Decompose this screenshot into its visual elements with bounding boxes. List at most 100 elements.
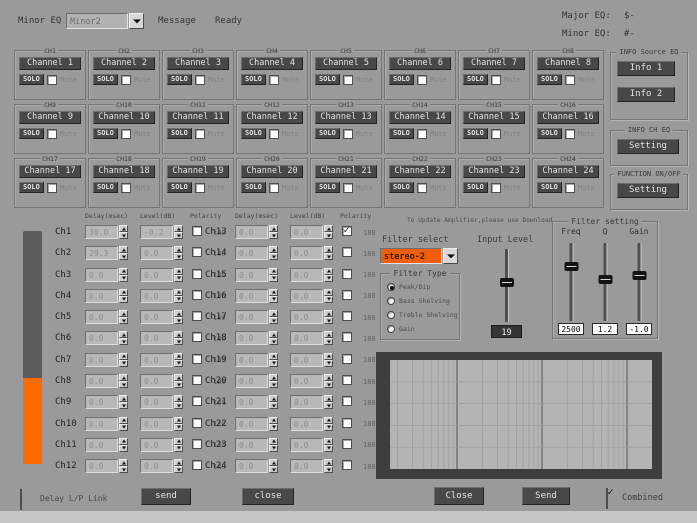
delay-spinner[interactable]: 0.0 — [85, 289, 128, 303]
solo-button[interactable]: SOLO — [315, 182, 340, 193]
level-spinner[interactable]: 0.0 — [290, 268, 333, 282]
spinner-down-button[interactable] — [269, 232, 278, 239]
channel-button[interactable]: Channel 8 — [537, 57, 599, 70]
polarity-checkbox[interactable] — [192, 226, 202, 236]
spinner-up-button[interactable] — [119, 374, 128, 381]
spinner-down-button[interactable] — [269, 424, 278, 431]
filter-type-option[interactable]: Bass Shelving — [387, 297, 458, 305]
spinner-value[interactable]: 0.0 — [290, 395, 323, 409]
polarity-checkbox[interactable] — [192, 375, 202, 385]
spinner-down-button[interactable] — [269, 402, 278, 409]
level-spinner[interactable]: 0.0 — [290, 310, 333, 324]
channel-button[interactable]: Channel 2 — [93, 57, 155, 70]
channel-button[interactable]: Channel 12 — [241, 111, 303, 124]
spinner-down-button[interactable] — [269, 466, 278, 473]
close-button[interactable]: Close — [434, 487, 484, 505]
solo-button[interactable]: SOLO — [241, 74, 266, 85]
level-spinner[interactable]: 0.0 — [140, 374, 183, 388]
spinner-down-button[interactable] — [324, 360, 333, 367]
spinner-down-button[interactable] — [269, 445, 278, 452]
channel-button[interactable]: Channel 10 — [93, 111, 155, 124]
spinner-value[interactable]: 0.0 — [85, 310, 118, 324]
delay-spinner[interactable]: 0.0 — [85, 459, 128, 473]
solo-button[interactable]: SOLO — [463, 74, 488, 85]
spinner-value[interactable]: 0.0 — [85, 331, 118, 345]
spinner-down-button[interactable] — [174, 296, 183, 303]
channel-button[interactable]: Channel 13 — [315, 111, 377, 124]
channel-button[interactable]: Channel 24 — [537, 165, 599, 178]
spinner-up-button[interactable] — [119, 438, 128, 445]
delay-spinner[interactable]: 0.0 — [85, 310, 128, 324]
solo-button[interactable]: SOLO — [19, 182, 44, 193]
spinner-down-button[interactable] — [174, 317, 183, 324]
spinner-up-button[interactable] — [269, 438, 278, 445]
spinner-up-button[interactable] — [269, 246, 278, 253]
solo-button[interactable]: SOLO — [463, 182, 488, 193]
info-ch-setting-button[interactable]: Setting — [617, 139, 679, 154]
spinner-down-button[interactable] — [119, 424, 128, 431]
mute-checkbox[interactable] — [417, 129, 427, 139]
level-spinner[interactable]: 0.0 — [140, 417, 183, 431]
delay-spinner[interactable]: 0.0 — [85, 268, 128, 282]
polarity-checkbox[interactable] — [342, 332, 352, 342]
polarity-checkbox[interactable] — [342, 226, 352, 236]
spinner-value[interactable]: 0.0 — [140, 459, 173, 473]
spinner-down-button[interactable] — [269, 338, 278, 345]
spinner-value[interactable]: 0.0 — [235, 246, 268, 260]
delay-link-checkbox[interactable] — [20, 489, 22, 510]
spinner-value[interactable]: 0.0 — [85, 353, 118, 367]
level-spinner[interactable]: 0.0 — [140, 310, 183, 324]
spinner-down-button[interactable] — [119, 317, 128, 324]
level-spinner[interactable]: -0.2 — [140, 225, 183, 239]
spinner-down-button[interactable] — [174, 424, 183, 431]
mute-checkbox[interactable] — [121, 129, 131, 139]
spinner-up-button[interactable] — [174, 225, 183, 232]
delay-spinner[interactable]: 0.0 — [85, 353, 128, 367]
delay-spinner[interactable]: 0.0 — [235, 225, 278, 239]
spinner-value[interactable]: 0.0 — [290, 310, 323, 324]
channel-button[interactable]: Channel 14 — [389, 111, 451, 124]
mute-checkbox[interactable] — [417, 75, 427, 85]
send-button[interactable]: Send — [522, 487, 570, 505]
minor-eq-select[interactable]: Minor2 — [66, 13, 144, 29]
solo-button[interactable]: SOLO — [167, 128, 192, 139]
spinner-down-button[interactable] — [119, 253, 128, 260]
spinner-down-button[interactable] — [269, 360, 278, 367]
chevron-down-icon[interactable] — [443, 248, 458, 264]
spinner-down-button[interactable] — [119, 338, 128, 345]
spinner-down-button[interactable] — [269, 381, 278, 388]
spinner-value[interactable]: 0.0 — [140, 268, 173, 282]
spinner-down-button[interactable] — [119, 232, 128, 239]
spinner-up-button[interactable] — [174, 246, 183, 253]
spinner-up-button[interactable] — [269, 225, 278, 232]
polarity-checkbox[interactable] — [192, 269, 202, 279]
spinner-value[interactable]: 0.0 — [235, 395, 268, 409]
spinner-down-button[interactable] — [174, 466, 183, 473]
delay-spinner[interactable]: 0.0 — [85, 417, 128, 431]
spinner-down-button[interactable] — [269, 296, 278, 303]
channel-button[interactable]: Channel 15 — [463, 111, 525, 124]
solo-button[interactable]: SOLO — [537, 128, 562, 139]
spinner-up-button[interactable] — [324, 395, 333, 402]
channel-button[interactable]: Channel 18 — [93, 165, 155, 178]
solo-button[interactable]: SOLO — [93, 74, 118, 85]
mute-checkbox[interactable] — [47, 129, 57, 139]
spinner-up-button[interactable] — [324, 268, 333, 275]
mute-checkbox[interactable] — [417, 183, 427, 193]
spinner-up-button[interactable] — [324, 246, 333, 253]
spinner-value[interactable]: 0.0 — [140, 289, 173, 303]
channel-button[interactable]: Channel 16 — [537, 111, 599, 124]
level-spinner[interactable]: 0.0 — [140, 353, 183, 367]
delay-spinner[interactable]: 0.0 — [85, 438, 128, 452]
spinner-down-button[interactable] — [269, 253, 278, 260]
spinner-down-button[interactable] — [324, 275, 333, 282]
spinner-up-button[interactable] — [119, 268, 128, 275]
mute-checkbox[interactable] — [47, 183, 57, 193]
channel-button[interactable]: Channel 22 — [389, 165, 451, 178]
mute-checkbox[interactable] — [195, 183, 205, 193]
mute-checkbox[interactable] — [491, 75, 501, 85]
delay-spinner[interactable]: 0.0 — [235, 246, 278, 260]
spinner-value[interactable]: 0.0 — [290, 246, 323, 260]
slider-track[interactable] — [570, 243, 573, 321]
delay-spinner[interactable]: 0.0 — [235, 289, 278, 303]
